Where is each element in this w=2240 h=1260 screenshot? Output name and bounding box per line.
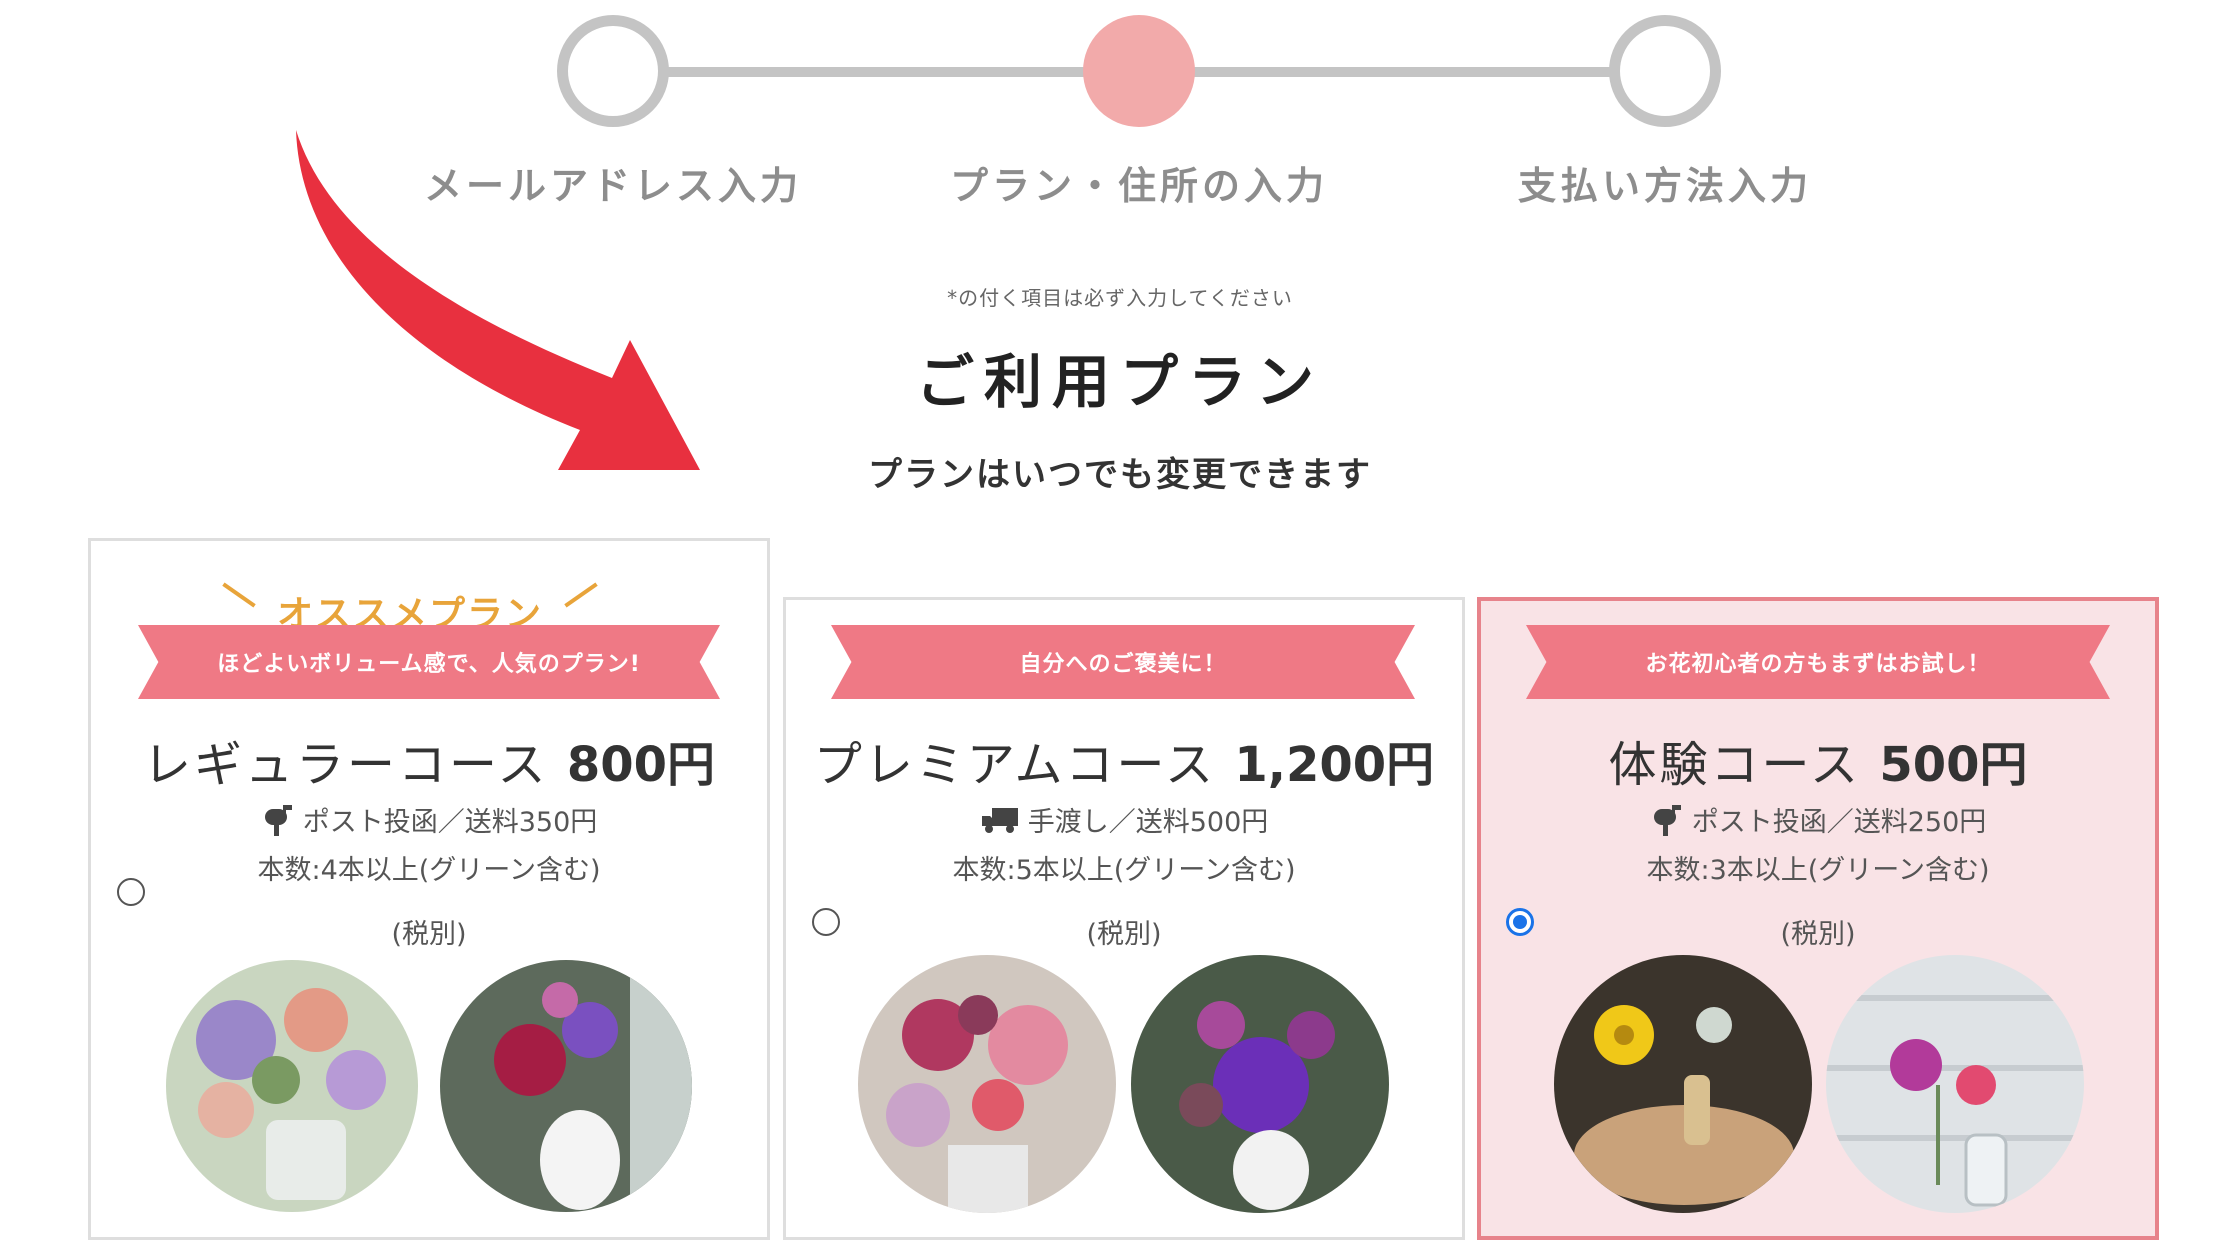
plan-title: プレミアムコース 1,200円 [784,725,1464,795]
step-connector [1140,67,1680,77]
mailbox-icon [264,804,292,836]
plan-title: 体験コース 500円 [1478,725,2158,795]
step-3-indicator [1609,15,1721,127]
plan-tax: (税別) [391,919,467,950]
flower-photo [440,960,692,1212]
plan-tax: (税別) [1086,919,1162,950]
plan-ribbon: お花初心者の方もまずはお試し！ [1526,625,2110,699]
plan-price: 1,200円 [1234,737,1435,793]
plan-price: 500円 [1879,737,2028,793]
plan-delivery: ポスト投函／送料350円 [89,800,769,839]
plan-radio-premium[interactable] [812,908,840,936]
flower-photo [1131,955,1389,1213]
plan-ribbon: ほどよいボリューム感で、人気のプラン! [138,625,720,699]
step-3-label: 支払い方法入力 [1517,164,1812,208]
plan-name: 体験コース [1608,737,1862,793]
step-connector [610,67,1150,77]
flower-photo [858,955,1116,1213]
plan-tax: (税別) [1780,919,1856,950]
plan-name: プレミアムコース [813,737,1217,793]
mailbox-icon [1653,804,1681,836]
page-subtitle: プランはいつでも変更できます [868,455,1372,495]
plan-stems: 本数:3本以上(グリーン含む) [1646,855,1990,886]
plan-radio-regular[interactable] [117,878,145,906]
page-title: ご利用プラン [915,348,1324,416]
plan-stems: 本数:4本以上(グリーン含む) [257,855,601,886]
plan-ribbon: 自分へのご褒美に！ [831,625,1415,699]
delivery-text: ポスト投函／送料350円 [302,807,598,838]
plan-delivery: ポスト投函／送料250円 [1478,800,2158,839]
plan-stems: 本数:5本以上(グリーン含む) [952,855,1296,886]
plan-radio-trial[interactable] [1506,908,1534,936]
annotation-arrow-icon [296,130,700,470]
delivery-text: 手渡し／送料500円 [1027,807,1269,838]
plan-price: 800円 [566,737,716,793]
step-2-indicator [1083,15,1195,127]
step-1-indicator [557,15,669,127]
flower-photo [1554,955,1812,1213]
delivery-text: ポスト投函／送料250円 [1691,807,1987,838]
plan-delivery: 手渡し／送料500円 [784,800,1464,839]
flower-photo [1826,955,2084,1213]
required-note: *の付く項目は必ず入力してください [947,286,1293,310]
step-1-label: メールアドレス入力 [423,164,802,208]
truck-icon [981,807,1018,833]
flower-photo [166,960,418,1212]
plan-name: レギュラーコース [142,737,549,793]
plan-title: レギュラーコース 800円 [89,725,769,795]
step-2-label: プラン・住所の入力 [949,164,1328,208]
